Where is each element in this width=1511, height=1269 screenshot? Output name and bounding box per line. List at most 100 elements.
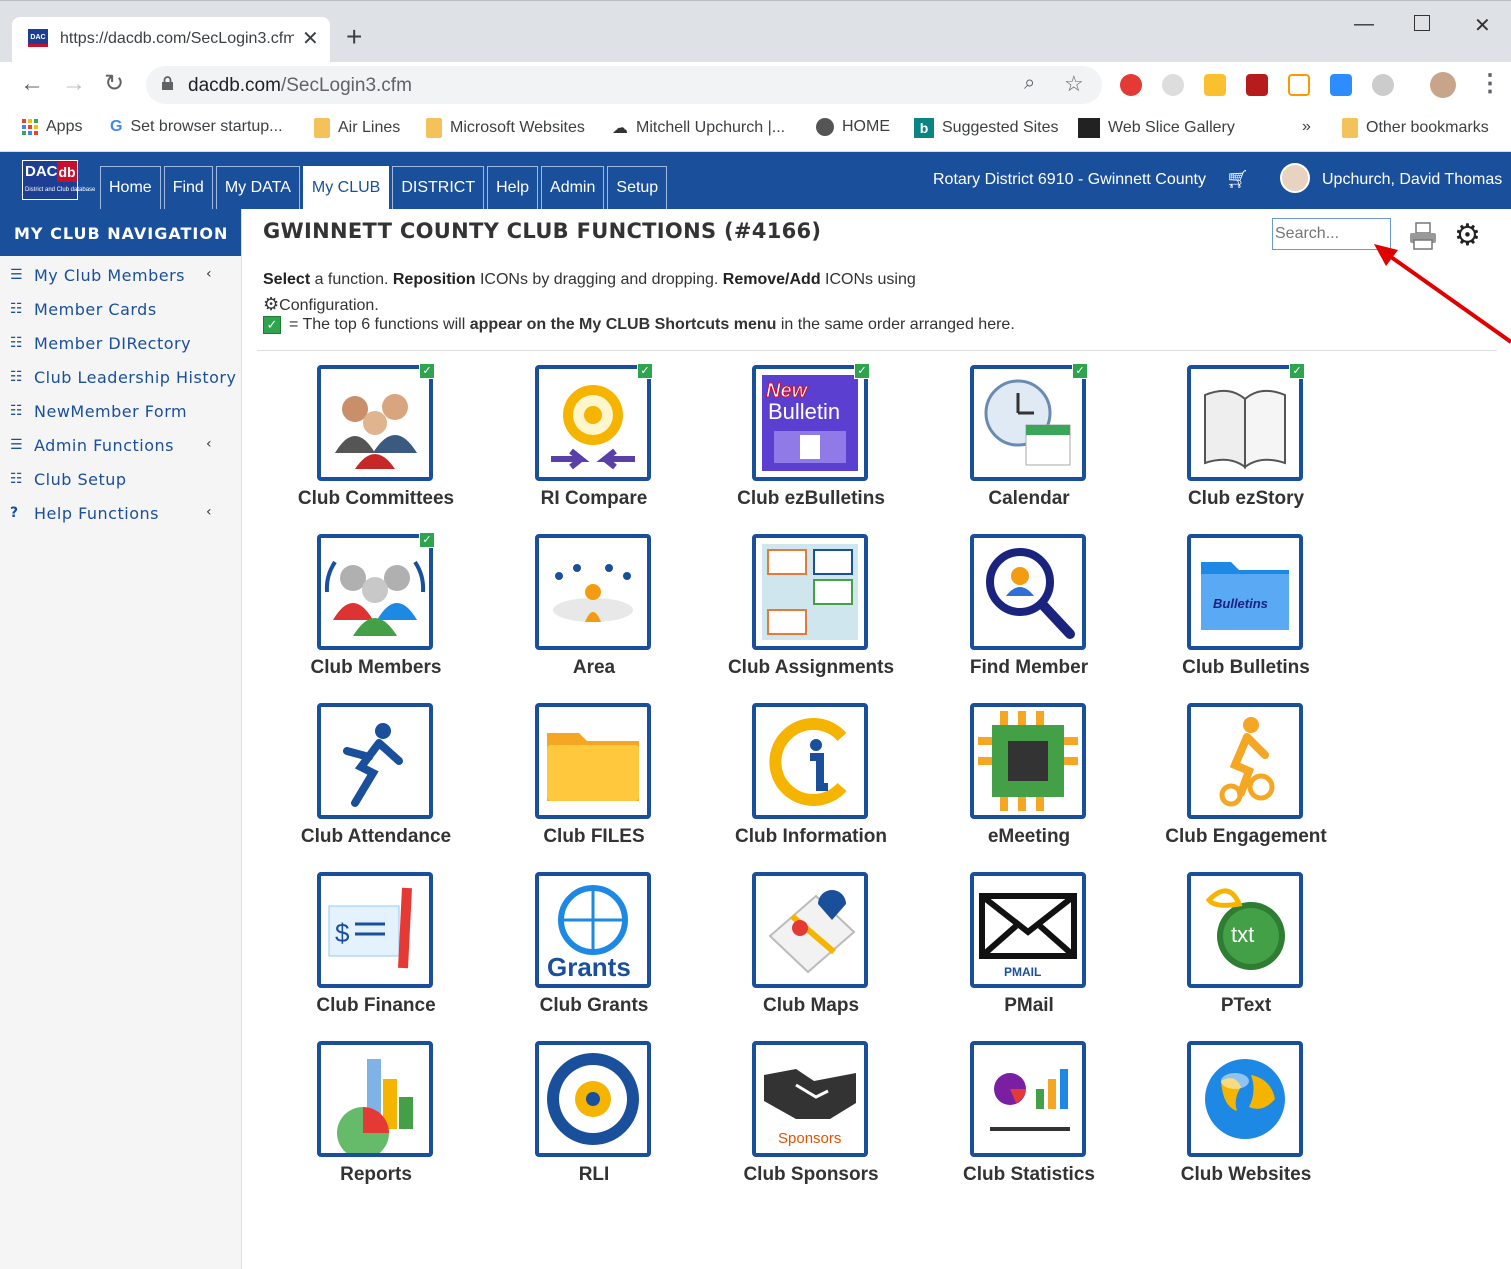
bulletins-folder-icon[interactable]: Bulletins xyxy=(1187,534,1303,650)
function-tile-club-grants[interactable]: Grants Club Grants xyxy=(505,872,683,1032)
bookmark-apps[interactable]: Apps xyxy=(22,118,82,136)
function-label[interactable]: Club Bulletins xyxy=(1137,657,1355,679)
chip-icon[interactable] xyxy=(970,703,1086,819)
function-label[interactable]: Club Maps xyxy=(702,995,920,1017)
attendance-icon[interactable] xyxy=(317,703,433,819)
function-label[interactable]: RI Compare xyxy=(485,488,703,510)
nav-my-club[interactable]: My CLUB xyxy=(302,166,390,209)
ublock-extension-icon[interactable] xyxy=(1246,74,1268,96)
function-label[interactable]: Club ezBulletins xyxy=(702,488,920,510)
refresh-extension-icon[interactable] xyxy=(1162,74,1184,96)
function-tile-club-maps[interactable]: Club Maps xyxy=(722,872,900,1032)
function-tile-club-attendance[interactable]: Club Attendance xyxy=(287,703,465,863)
shortcut-check-icon[interactable]: ✓ xyxy=(1072,363,1088,379)
function-tile-club-sponsors[interactable]: Sponsors Club Sponsors xyxy=(722,1041,900,1201)
nav-setup[interactable]: Setup xyxy=(607,166,668,209)
function-label[interactable]: Calendar xyxy=(920,488,1138,510)
profile-avatar[interactable] xyxy=(1430,72,1456,98)
function-label[interactable]: Club Finance xyxy=(267,995,485,1017)
dacdb-logo[interactable]: DAC db District and Club database xyxy=(22,160,95,200)
bulletin-icon[interactable]: New Bulletin xyxy=(752,365,868,481)
nav-admin[interactable]: Admin xyxy=(541,166,605,209)
function-label[interactable]: Club Grants xyxy=(485,995,703,1017)
function-tile-rli[interactable]: RLI xyxy=(505,1041,683,1201)
nav-find[interactable]: Find xyxy=(163,166,213,209)
function-label[interactable]: Club Statistics xyxy=(920,1164,1138,1186)
sidebar-item-newmember-form[interactable]: ☷ NewMember Form xyxy=(0,394,241,428)
function-tile-emeeting[interactable]: eMeeting xyxy=(940,703,1118,863)
back-icon[interactable]: ← xyxy=(20,72,44,96)
function-tile-calendar[interactable]: ✓ Calendar xyxy=(940,363,1118,525)
other-bookmarks[interactable]: Other bookmarks xyxy=(1342,118,1489,138)
function-tile-club-statistics[interactable]: Club Statistics xyxy=(940,1041,1118,1201)
bookmark-microsoft-websites[interactable]: Microsoft Websites xyxy=(426,118,585,138)
function-label[interactable]: PText xyxy=(1137,995,1355,1017)
close-tab-icon[interactable]: ✕ xyxy=(302,26,319,51)
function-label[interactable]: Club Engagement xyxy=(1137,826,1355,848)
function-tile-club-ezbulletins[interactable]: New Bulletin ✓ Club ezBulletins xyxy=(722,363,900,525)
nav-home[interactable]: Home xyxy=(100,166,161,209)
function-tile-club-assignments[interactable]: Club Assignments xyxy=(722,534,900,694)
bookmark-suggested-sites[interactable]: b Suggested Sites xyxy=(914,118,1059,138)
zoom-extension-icon[interactable] xyxy=(1330,74,1352,96)
function-tile-ptext[interactable]: txt PText xyxy=(1157,872,1335,1032)
reports-chart-icon[interactable] xyxy=(317,1041,433,1157)
function-label[interactable]: Club Assignments xyxy=(702,657,920,679)
shortcut-check-icon[interactable]: ✓ xyxy=(419,532,435,548)
function-tile-ri-compare[interactable]: ✓ RI Compare xyxy=(505,363,683,525)
area-people-icon[interactable] xyxy=(535,534,651,650)
nav-my-data[interactable]: My DATA xyxy=(215,166,300,209)
bookmark-web-slice-gallery[interactable]: Web Slice Gallery xyxy=(1078,118,1235,138)
sidebar-item-club-leadership-history[interactable]: ☷ Club Leadership History xyxy=(0,360,241,394)
shortcut-check-icon[interactable]: ✓ xyxy=(1289,363,1305,379)
map-pin-icon[interactable] xyxy=(752,872,868,988)
function-tile-club-members[interactable]: ✓ Club Members xyxy=(287,532,465,694)
bookmarks-overflow-button[interactable]: » xyxy=(1302,118,1311,136)
sidebar-item-member-cards[interactable]: ☷ Member Cards xyxy=(0,292,241,326)
members-icon[interactable] xyxy=(317,534,433,650)
sidebar-item-club-setup[interactable]: ☷ Club Setup xyxy=(0,462,241,496)
configuration-gear-icon[interactable]: ⚙ xyxy=(263,294,279,314)
find-member-icon[interactable] xyxy=(970,534,1086,650)
handshake-icon[interactable]: Sponsors xyxy=(752,1041,868,1157)
new-tab-icon[interactable]: + xyxy=(346,23,362,51)
function-label[interactable]: Club Members xyxy=(267,657,485,679)
envelope-icon[interactable]: PMAIL xyxy=(970,872,1086,988)
function-label[interactable]: Reports xyxy=(267,1164,485,1186)
bookmark-home[interactable]: HOME xyxy=(816,118,890,136)
rotary-wheel-icon[interactable] xyxy=(535,365,651,481)
function-tile-club-committees[interactable]: ✓ Club Committees xyxy=(287,363,465,525)
engagement-icon[interactable] xyxy=(1187,703,1303,819)
close-window-icon[interactable]: ✕ xyxy=(1474,13,1491,38)
function-tile-club-ezstory[interactable]: ✓ Club ezStory xyxy=(1157,363,1335,525)
information-icon[interactable] xyxy=(752,703,868,819)
function-tile-reports[interactable]: Reports xyxy=(287,1041,465,1201)
function-label[interactable]: PMail xyxy=(920,995,1138,1017)
function-tile-area[interactable]: Area xyxy=(505,534,683,694)
function-tile-club-finance[interactable]: $ Club Finance xyxy=(287,872,465,1032)
sidebar-item-admin-functions[interactable]: ☰ Admin Functions ‹ xyxy=(0,428,241,462)
function-label[interactable]: eMeeting xyxy=(920,826,1138,848)
address-bar[interactable]: dacdb.com/SecLogin3.cfm ⌕ ☆ xyxy=(146,66,1102,104)
bookmark-set-browser-startup[interactable]: G Set browser startup... xyxy=(110,118,283,136)
shortcut-check-icon[interactable]: ✓ xyxy=(854,363,870,379)
function-label[interactable]: Club ezStory xyxy=(1137,488,1355,510)
calendar-clock-icon[interactable] xyxy=(970,365,1086,481)
ptext-icon[interactable]: txt xyxy=(1187,872,1303,988)
forward-icon[interactable]: → xyxy=(62,72,86,96)
avatar[interactable] xyxy=(1280,163,1310,193)
function-label[interactable]: Club FILES xyxy=(485,826,703,848)
function-label[interactable]: RLI xyxy=(485,1164,703,1186)
function-label[interactable]: Area xyxy=(485,657,703,679)
reload-icon[interactable]: ↻ xyxy=(104,72,124,96)
committees-icon[interactable] xyxy=(317,365,433,481)
bookmark-mitchell-upchurch[interactable]: ☁ Mitchell Upchurch |... xyxy=(612,118,785,138)
function-label[interactable]: Club Information xyxy=(702,826,920,848)
rli-seal-icon[interactable] xyxy=(535,1041,651,1157)
sidebar-item-member-directory[interactable]: ☷ Member DIRectory xyxy=(0,326,241,360)
opera-extension-icon[interactable] xyxy=(1120,74,1142,96)
folder-icon[interactable] xyxy=(535,703,651,819)
sidebar-item-help-functions[interactable]: ? Help Functions ‹ xyxy=(0,496,241,530)
function-label[interactable]: Club Sponsors xyxy=(702,1164,920,1186)
bookmark-air-lines[interactable]: Air Lines xyxy=(314,118,400,138)
